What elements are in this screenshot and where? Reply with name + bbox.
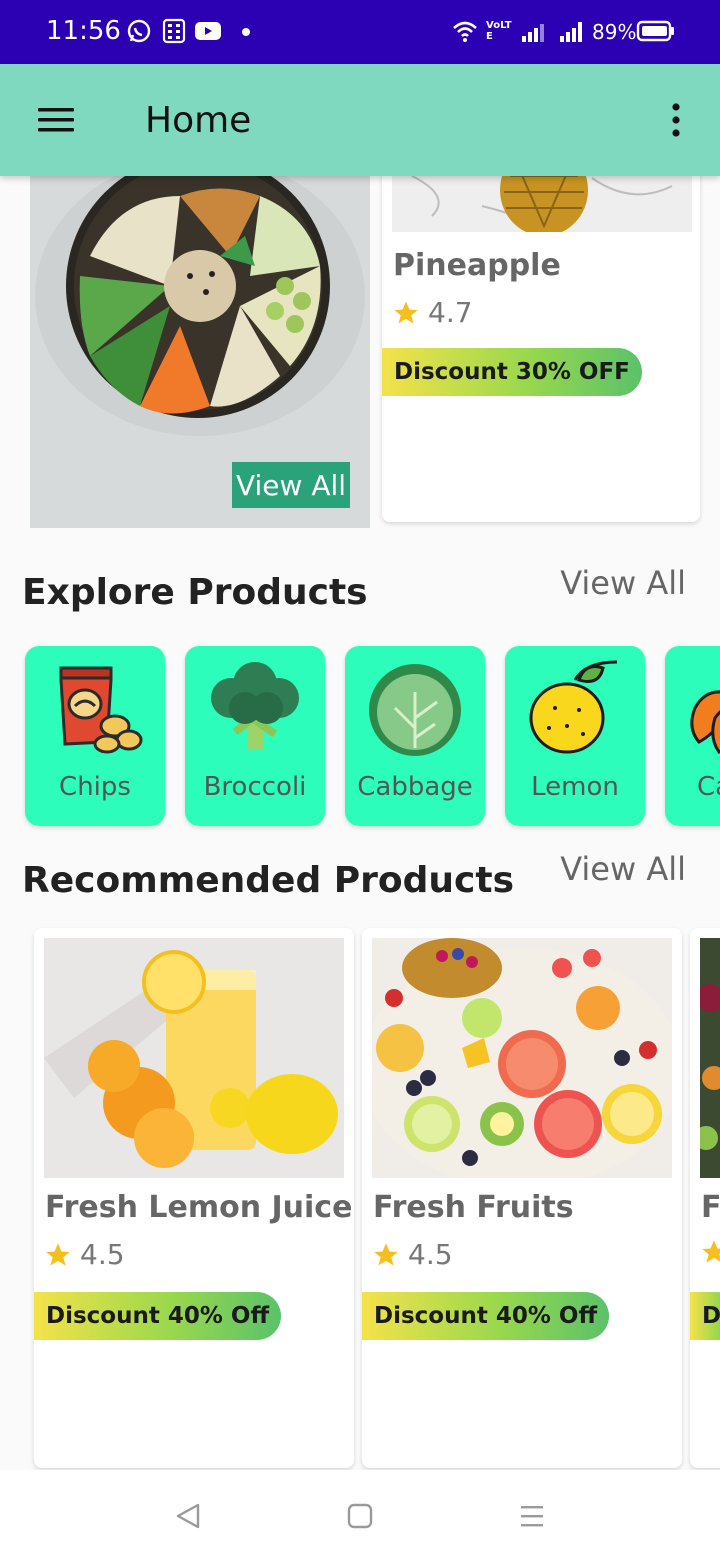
category-label: Chips <box>59 772 131 802</box>
hamburger-menu-icon[interactable] <box>36 104 76 136</box>
category-label: Cabbage <box>357 772 473 802</box>
app-bar: Home <box>0 64 720 176</box>
recommended-view-all-link[interactable]: View All <box>560 850 686 888</box>
chips-icon <box>59 666 143 754</box>
more-vert-icon[interactable] <box>664 102 688 138</box>
carrot-icon <box>690 690 720 754</box>
status-bar: 11:56 VoLTE 89% <box>0 0 720 64</box>
lemon-icon <box>529 660 618 754</box>
signal-icon-1 <box>522 24 544 42</box>
home-scroll-content[interactable]: View All Pineapple 4.7 Discount 30% OFF … <box>0 176 720 1470</box>
product-name: Fresh Lemon Juice <box>45 1190 353 1225</box>
category-broccoli[interactable]: Broccoli <box>185 646 325 826</box>
signal-icon-2 <box>560 22 582 42</box>
category-lemon[interactable]: Lemon <box>505 646 645 826</box>
featured-product-name: Pineapple <box>393 248 561 283</box>
lemon-juice-image <box>44 938 344 1178</box>
product-name: Fresh Fruits <box>373 1190 574 1225</box>
rating-value: 4.5 <box>80 1238 125 1271</box>
explore-products-title: Explore Products <box>22 572 368 613</box>
back-icon[interactable] <box>174 1502 202 1530</box>
broccoli-icon <box>211 662 299 750</box>
star-icon <box>46 1242 70 1265</box>
status-time: 11:56 <box>46 16 121 46</box>
product-card-partial[interactable]: Fr Di <box>690 928 720 1468</box>
featured-rating-value: 4.7 <box>428 296 473 329</box>
product-rating: 4.5 <box>372 1238 453 1271</box>
category-label: Lemon <box>531 772 619 802</box>
whatsapp-icon <box>127 19 151 43</box>
page-title: Home <box>145 100 252 141</box>
battery-icon <box>636 20 674 42</box>
star-icon <box>394 300 418 323</box>
product-image-partial <box>700 938 720 1178</box>
battery-percent: 89% <box>592 20 637 44</box>
cabbage-icon <box>369 664 461 756</box>
product-rating <box>700 1238 720 1266</box>
discount-badge: Discount 40% Off <box>362 1292 610 1340</box>
pineapple-image <box>392 176 692 232</box>
featured-product-card[interactable]: Pineapple 4.7 Discount 30% OFF <box>382 176 700 522</box>
calculator-icon <box>162 18 186 44</box>
product-name: Fr <box>701 1190 720 1225</box>
youtube-icon <box>195 22 221 40</box>
recommended-products-title: Recommended Products <box>22 860 515 901</box>
category-cabbage[interactable]: Cabbage <box>345 646 485 826</box>
star-icon <box>374 1242 398 1265</box>
volte-label: VoLTE <box>486 20 512 42</box>
wifi-icon <box>453 21 477 42</box>
home-icon[interactable] <box>346 1502 374 1530</box>
fresh-fruits-image <box>372 938 672 1178</box>
category-carrot[interactable]: Ca <box>665 646 720 826</box>
star-icon <box>702 1240 720 1263</box>
category-chips[interactable]: Chips <box>25 646 165 826</box>
hero-view-all-button[interactable]: View All <box>232 462 350 508</box>
category-label: Broccoli <box>203 772 307 802</box>
system-navigation-bar <box>0 1470 720 1560</box>
hero-banner[interactable]: View All <box>30 176 370 528</box>
notification-dot-icon <box>242 28 250 36</box>
product-rating: 4.5 <box>44 1238 125 1271</box>
rating-value: 4.5 <box>408 1238 453 1271</box>
product-card-lemon-juice[interactable]: Fresh Lemon Juice 4.5 Discount 40% Off <box>34 928 354 1468</box>
featured-product-rating: 4.7 <box>392 296 473 329</box>
discount-badge: Di <box>690 1292 720 1340</box>
featured-discount-badge: Discount 30% OFF <box>382 348 642 396</box>
product-card-fresh-fruits[interactable]: Fresh Fruits 4.5 Discount 40% Off <box>362 928 682 1468</box>
explore-view-all-link[interactable]: View All <box>560 564 686 602</box>
category-label: Ca <box>697 772 720 802</box>
discount-badge: Discount 40% Off <box>34 1292 282 1340</box>
recents-menu-icon[interactable] <box>518 1502 546 1530</box>
